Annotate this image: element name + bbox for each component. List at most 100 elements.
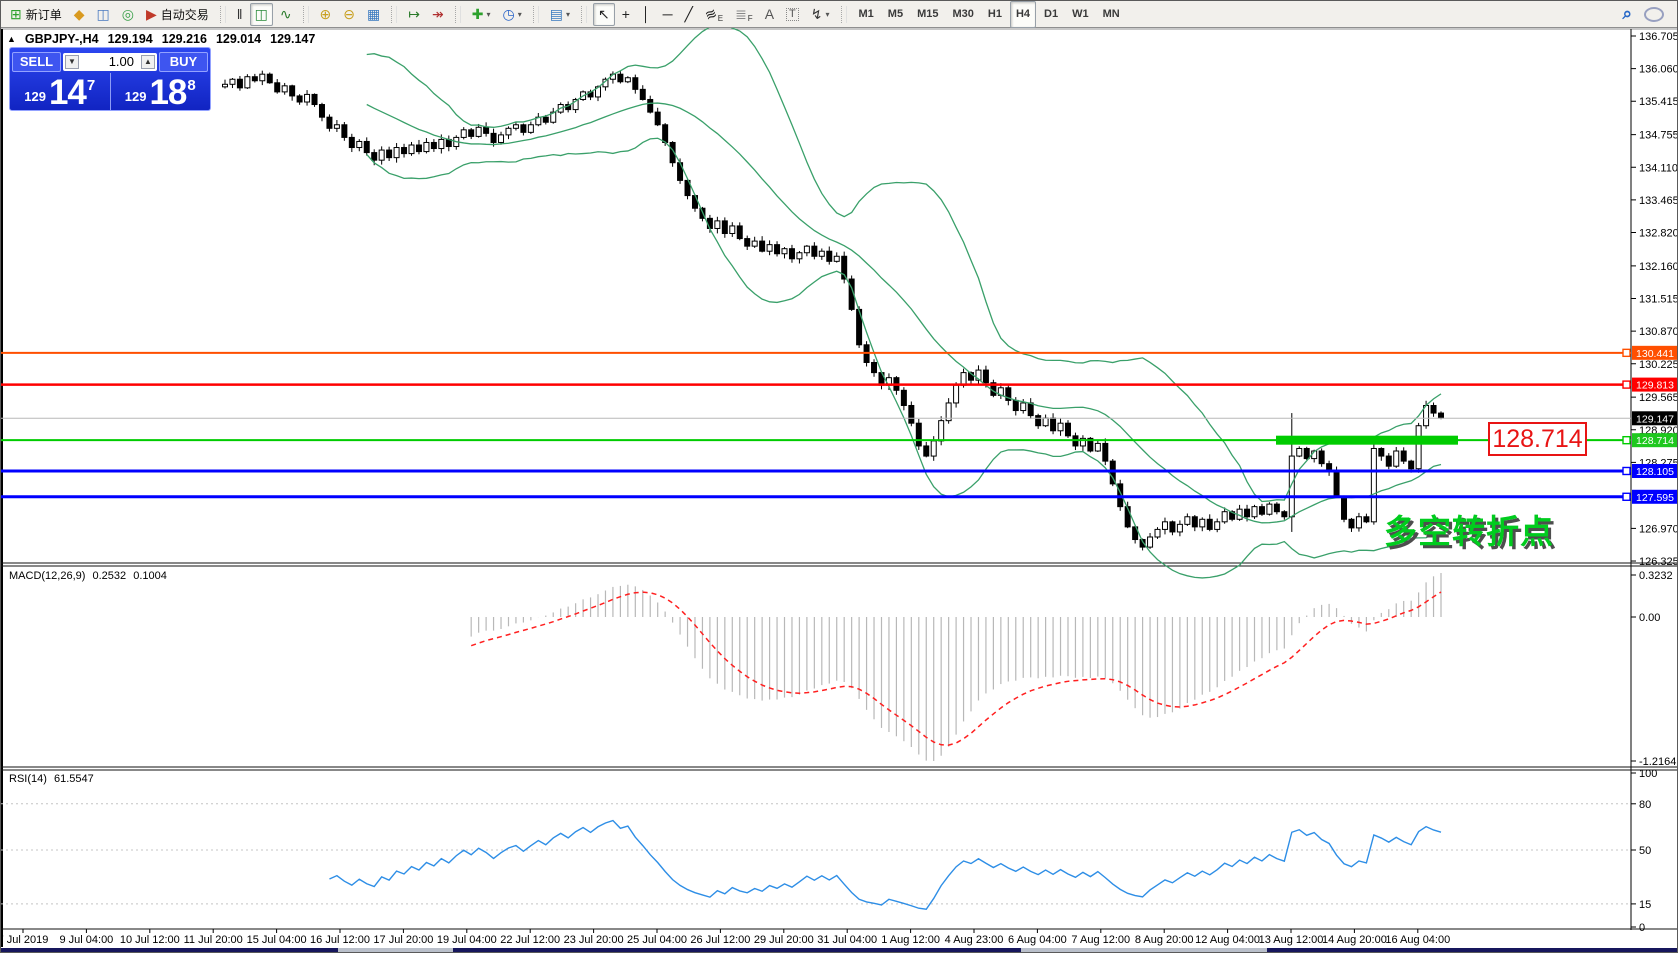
sell-price-prefix: 129 bbox=[24, 89, 46, 104]
dropdown-arrow-icon[interactable]: ▾ bbox=[566, 10, 570, 19]
autotrading-glyph: ▶ bbox=[146, 7, 157, 21]
sell-button[interactable]: SELL bbox=[12, 52, 61, 72]
auto-scroll-button[interactable]: ↦ bbox=[403, 3, 425, 26]
new-order-button[interactable]: ⊞新订单 bbox=[5, 3, 67, 26]
price-tick-label: 134.110 bbox=[1639, 162, 1678, 174]
toolbar-separator bbox=[220, 6, 226, 23]
dropdown-arrow-icon[interactable]: ▾ bbox=[486, 10, 490, 19]
scrollbar-thumb[interactable] bbox=[1021, 948, 1267, 953]
fibonacci-button[interactable]: ≣F bbox=[730, 3, 758, 26]
line-handle bbox=[1623, 381, 1630, 388]
tf-m1[interactable]: M1 bbox=[853, 1, 880, 28]
scrollbar-segment[interactable] bbox=[338, 948, 453, 953]
rsi-value: 61.5547 bbox=[54, 773, 94, 785]
tf-m5-label: M5 bbox=[888, 8, 903, 20]
tf-m15[interactable]: M15 bbox=[911, 1, 944, 28]
zoom-in-button[interactable]: ⊕ bbox=[315, 3, 337, 26]
indicators-button[interactable]: ✚▾ bbox=[467, 3, 496, 26]
date-tick-label: 7 Jul 2019 bbox=[1, 934, 48, 946]
buy-price-button[interactable]: 129 18 8 bbox=[111, 73, 211, 110]
tf-mn[interactable]: MN bbox=[1097, 1, 1126, 28]
rsi-title: RSI(14) bbox=[9, 773, 47, 785]
crosshair-button[interactable]: + bbox=[617, 3, 635, 26]
line-chart-button[interactable]: ∿ bbox=[275, 3, 297, 26]
periods-glyph: ◷ bbox=[502, 7, 514, 21]
navigator-icon[interactable]: ◎ bbox=[117, 3, 139, 26]
tf-h4[interactable]: H4 bbox=[1010, 1, 1036, 28]
chart-canvas[interactable]: 136.705136.060135.415134.755134.110133.4… bbox=[1, 1, 1678, 953]
tf-h1-label: H1 bbox=[988, 8, 1002, 20]
market-watch-icon-glyph: ◫ bbox=[97, 7, 110, 21]
dropdown-arrow-icon[interactable]: ▾ bbox=[826, 10, 830, 19]
tile-windows-button[interactable]: ▦ bbox=[362, 3, 385, 26]
fibonacci-glyph: ≣ bbox=[735, 7, 747, 21]
date-tick-label: 19 Jul 04:00 bbox=[437, 934, 497, 946]
metaeditor-icon[interactable]: ◆ bbox=[69, 3, 90, 26]
price-tick-label: 133.465 bbox=[1639, 195, 1678, 207]
volume-input[interactable]: 1.00 bbox=[81, 54, 139, 69]
market-watch-icon[interactable]: ◫ bbox=[92, 3, 115, 26]
price-tick-label: 136.060 bbox=[1639, 64, 1678, 76]
volume-decrease-button[interactable]: ▼ bbox=[65, 55, 79, 69]
tf-m5[interactable]: M5 bbox=[882, 1, 909, 28]
date-tick-label: 6 Aug 04:00 bbox=[1008, 934, 1067, 946]
trendline-button[interactable]: ╱ bbox=[680, 3, 698, 26]
price-level-chip-label: 129.813 bbox=[1636, 380, 1674, 392]
equidistant-channel-button[interactable]: ≋E bbox=[700, 3, 728, 26]
sell-price-button[interactable]: 129 14 7 bbox=[10, 73, 111, 110]
price-callout-box[interactable]: 128.714 bbox=[1488, 422, 1587, 456]
mt4-window: ⊞新订单◆◫◎▶自动交易‖◫∿⊕⊖▦↦↠✚▾◷▾▤▾↖+│─╱≋E≣FAT↯▾M… bbox=[0, 0, 1678, 953]
price-level-chip-label: 129.147 bbox=[1636, 413, 1674, 425]
toolbar: ⊞新订单◆◫◎▶自动交易‖◫∿⊕⊖▦↦↠✚▾◷▾▤▾↖+│─╱≋E≣FAT↯▾M… bbox=[1, 1, 1677, 28]
trendline-glyph: ╱ bbox=[685, 7, 693, 21]
text-button[interactable]: A bbox=[760, 3, 779, 26]
horizontal-line-button[interactable]: ─ bbox=[658, 3, 678, 26]
price-tick-label: 130.225 bbox=[1639, 359, 1678, 371]
price-level-chip-label: 130.441 bbox=[1636, 348, 1674, 360]
tf-h1[interactable]: H1 bbox=[982, 1, 1008, 28]
autotrading-button[interactable]: ▶自动交易 bbox=[141, 3, 214, 26]
tf-w1[interactable]: W1 bbox=[1066, 1, 1095, 28]
dropdown-arrow-icon[interactable]: ▾ bbox=[518, 10, 522, 19]
cursor-button[interactable]: ↖ bbox=[593, 3, 615, 26]
zoom-in-glyph: ⊕ bbox=[320, 7, 332, 21]
text-label-glyph: T bbox=[786, 8, 799, 21]
price-level-chip-label: 127.595 bbox=[1636, 492, 1674, 504]
volume-increase-button[interactable]: ▲ bbox=[141, 55, 155, 69]
bollinger-band-line bbox=[367, 103, 1441, 523]
macd-title: MACD(12,26,9) bbox=[9, 570, 85, 582]
bar-chart-button[interactable]: ‖ bbox=[232, 3, 248, 26]
zoom-out-button[interactable]: ⊖ bbox=[338, 3, 360, 26]
toolbar-separator bbox=[581, 6, 587, 23]
candlestick-button[interactable]: ◫ bbox=[250, 3, 273, 26]
toolbar-separator bbox=[303, 6, 309, 23]
horizontal-scrollbar[interactable] bbox=[1, 948, 1678, 953]
chart-shift-button[interactable]: ↠ bbox=[427, 3, 449, 26]
tf-m30[interactable]: M30 bbox=[946, 1, 979, 28]
search-icon[interactable]: ⌕ bbox=[1622, 4, 1632, 24]
date-tick-label: 17 Jul 20:00 bbox=[373, 934, 433, 946]
vertical-line-button[interactable]: │ bbox=[637, 3, 656, 26]
periods-button[interactable]: ◷▾ bbox=[497, 3, 526, 26]
templates-button[interactable]: ▤▾ bbox=[545, 3, 575, 26]
arrows-glyph: ↯ bbox=[811, 7, 823, 21]
tf-d1[interactable]: D1 bbox=[1038, 1, 1064, 28]
arrows-button[interactable]: ↯▾ bbox=[806, 3, 835, 26]
date-tick-label: 16 Jul 12:00 bbox=[310, 934, 370, 946]
date-tick-label: 16 Aug 04:00 bbox=[1385, 934, 1450, 946]
price-tick-label: 134.755 bbox=[1639, 130, 1678, 142]
line-handle bbox=[1623, 467, 1630, 474]
line-handle bbox=[1623, 349, 1630, 356]
rsi-tick-label: 50 bbox=[1639, 845, 1651, 857]
text-label-button[interactable]: T bbox=[781, 3, 804, 26]
candlestick-glyph: ◫ bbox=[255, 7, 268, 21]
tf-m1-label: M1 bbox=[859, 8, 874, 20]
collapse-panel-icon[interactable]: ▲ bbox=[7, 34, 16, 44]
one-click-trading-panel: SELL ▼ 1.00 ▲ BUY 129 14 7 129 18 8 bbox=[9, 47, 211, 111]
buy-price-big: 18 bbox=[149, 78, 186, 108]
date-tick-label: 15 Jul 04:00 bbox=[247, 934, 307, 946]
date-tick-label: 12 Aug 04:00 bbox=[1195, 934, 1260, 946]
chat-icon[interactable] bbox=[1644, 7, 1664, 22]
rsi-line bbox=[329, 821, 1441, 910]
buy-button[interactable]: BUY bbox=[159, 52, 208, 72]
